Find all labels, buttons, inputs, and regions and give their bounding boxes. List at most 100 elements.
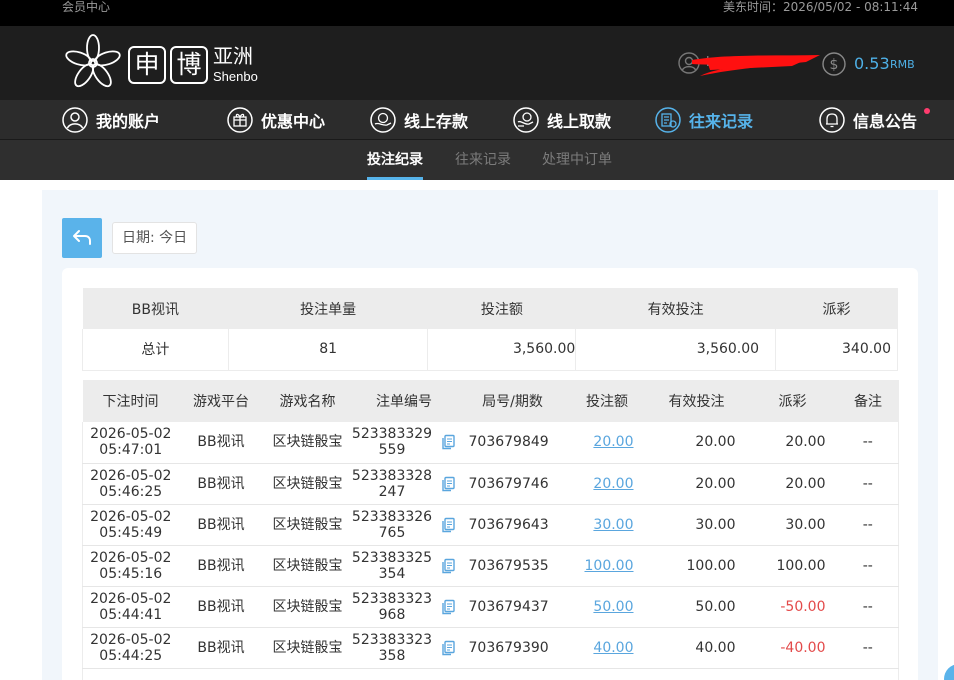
bet-time: 05:45:49: [99, 524, 163, 541]
nav-announcements[interactable]: 信息公告: [819, 100, 917, 140]
brand-logo[interactable]: 申 博 亚洲 Shenbo: [62, 32, 262, 94]
platform-cell: [178, 668, 264, 680]
bet-records-table: 下注时间 游戏平台 游戏名称 注单编号 局号/期数 投注额 有效投注 派彩 备注…: [82, 380, 899, 680]
nav-promotions[interactable]: 优惠中心: [227, 100, 325, 140]
ticket-cell: 523383322: [351, 668, 457, 680]
summary-header-platform: BB视讯: [82, 288, 229, 329]
payout-cell: [747, 668, 838, 680]
lotus-logo-icon: [65, 34, 121, 88]
ticket-number-part2: 358: [378, 647, 406, 664]
bet-date: 2026-05-02: [90, 467, 172, 484]
payout-cell: 100.00: [747, 545, 838, 587]
summary-total-row: 总计 81 3,560.00 3,560.00 340.00: [82, 329, 898, 371]
bet-time-cell: 2026-05-02 05:46:25: [82, 463, 179, 505]
valid-bet-cell: 50.00: [645, 586, 748, 628]
nav-label: 信息公告: [853, 112, 918, 131]
copy-icon[interactable]: [440, 558, 456, 574]
nav-online-withdraw[interactable]: 线上取款: [513, 100, 611, 140]
bet-date: 2026-05-02: [90, 426, 172, 443]
copy-icon[interactable]: [440, 517, 456, 533]
payout-value: 100.00: [776, 557, 826, 574]
bet-time-cell: 2026-05-02 05:45:49: [82, 504, 179, 546]
nav-label: 我的账户: [96, 112, 161, 131]
round-cell: 703679849: [456, 422, 569, 464]
bet-amount-link[interactable]: 40.00: [593, 640, 633, 656]
member-center-link[interactable]: 会员中心: [62, 0, 110, 14]
tab-label: 处理中订单: [542, 152, 612, 168]
valid-bet-cell: 40.00: [645, 627, 748, 669]
copy-icon[interactable]: [440, 640, 456, 656]
tab-transaction-history[interactable]: 往来记录: [455, 140, 511, 180]
ticket-cell: 523383323 358: [351, 627, 457, 669]
bet-amount-link[interactable]: 20.00: [593, 434, 633, 450]
round-cell: [456, 668, 569, 680]
bet-time: 05:44:25: [99, 647, 163, 664]
header-game-name: 游戏名称: [263, 380, 352, 422]
ticket-number-part2: 354: [378, 565, 406, 582]
bet-time: 05:47:01: [99, 442, 163, 459]
bet-amount-cell: 30.00: [568, 504, 646, 546]
back-button[interactable]: [62, 218, 102, 258]
bet-amount-link[interactable]: 30.00: [593, 517, 633, 533]
date-filter[interactable]: 日期: 今日: [112, 222, 198, 254]
nav-online-deposit[interactable]: 线上存款: [370, 100, 468, 140]
tab-pending-orders[interactable]: 处理中订单: [542, 140, 612, 180]
nav-my-account[interactable]: 我的账户: [62, 100, 160, 140]
user-account-area[interactable]: b: [678, 50, 820, 78]
valid-bet-cell: 100.00: [645, 545, 748, 587]
notification-dot: [924, 108, 930, 114]
nav-transaction-records[interactable]: 往来记录: [655, 100, 753, 140]
bet-amount-cell: 40.00: [568, 627, 646, 669]
ticket-number-part2: 559: [378, 442, 406, 459]
round-cell: 703679643: [456, 504, 569, 546]
payout-value: -50.00: [780, 598, 826, 615]
header-valid-bet: 有效投注: [645, 380, 748, 422]
ticket-number-part1: 523383326: [351, 508, 433, 525]
ticket-cell: 523383329 559: [351, 422, 457, 464]
nav-label: 线上存款: [404, 112, 469, 131]
payout-value: -40.00: [780, 639, 826, 656]
table-row: 2026-05-02 05:45:49 BB视讯 区块链骰宝 523383326 765 7…: [82, 504, 899, 546]
bet-amount-link[interactable]: 20.00: [593, 476, 633, 492]
brand-char-bo: 博: [170, 46, 208, 84]
bet-amount-cell: 50.00: [568, 586, 646, 628]
summary-bet-count: 81: [227, 329, 429, 371]
payout-value: 20.00: [785, 434, 826, 451]
table-row: 2026-05-02 05:44:41 BB视讯 区块链骰宝 523383323 968 7…: [82, 586, 899, 628]
copy-icon[interactable]: [440, 476, 456, 492]
game-name-cell: 区块链骰宝: [263, 463, 352, 505]
tab-bet-records[interactable]: 投注纪录: [367, 140, 423, 180]
game-name-cell: [263, 668, 352, 680]
payout-cell: 20.00: [747, 422, 838, 464]
summary-total-label: 总计: [82, 329, 229, 371]
tab-label: 往来记录: [455, 152, 511, 168]
note-cell: --: [837, 422, 899, 464]
bet-amount-link[interactable]: 50.00: [593, 599, 633, 615]
ticket-number-part1: 523383323: [351, 590, 433, 607]
game-name-cell: 区块链骰宝: [263, 504, 352, 546]
note-cell: --: [837, 627, 899, 669]
platform-cell: BB视讯: [178, 504, 264, 546]
payout-cell: 30.00: [747, 504, 838, 546]
floating-help-button[interactable]: [944, 664, 954, 680]
summary-payout: 340.00: [775, 329, 898, 371]
summary-header-payout: 派彩: [775, 288, 898, 329]
bet-amount-link[interactable]: 100.00: [585, 558, 634, 574]
ticket-number: 523383325 354: [352, 550, 432, 582]
header-bet-time: 下注时间: [82, 380, 179, 422]
nav-label: 优惠中心: [261, 112, 326, 131]
payout-value: 30.00: [785, 516, 826, 533]
back-arrow-icon: [73, 230, 91, 245]
summary-header-valid-bet: 有效投注: [575, 288, 776, 329]
ticket-number-part2: 247: [378, 483, 406, 500]
copy-icon[interactable]: [440, 434, 456, 450]
main-nav: 我的账户 优惠中心 线上存款 线上取款 往来记录 信息公告: [0, 100, 954, 140]
header-ticket-no: 注单编号: [351, 380, 457, 422]
copy-icon[interactable]: [440, 599, 456, 615]
note-cell: --: [837, 586, 899, 628]
bet-date: 2026-05-02: [90, 590, 172, 607]
table-row: 2026-05-02 05:45:16 BB视讯 区块链骰宝 523383325 354 7…: [82, 545, 899, 587]
records-sub-nav: 投注纪录 往来记录 处理中订单: [0, 140, 954, 180]
ticket-cell: 523383328 247: [351, 463, 457, 505]
summary-valid-bet: 3,560.00: [575, 329, 777, 371]
